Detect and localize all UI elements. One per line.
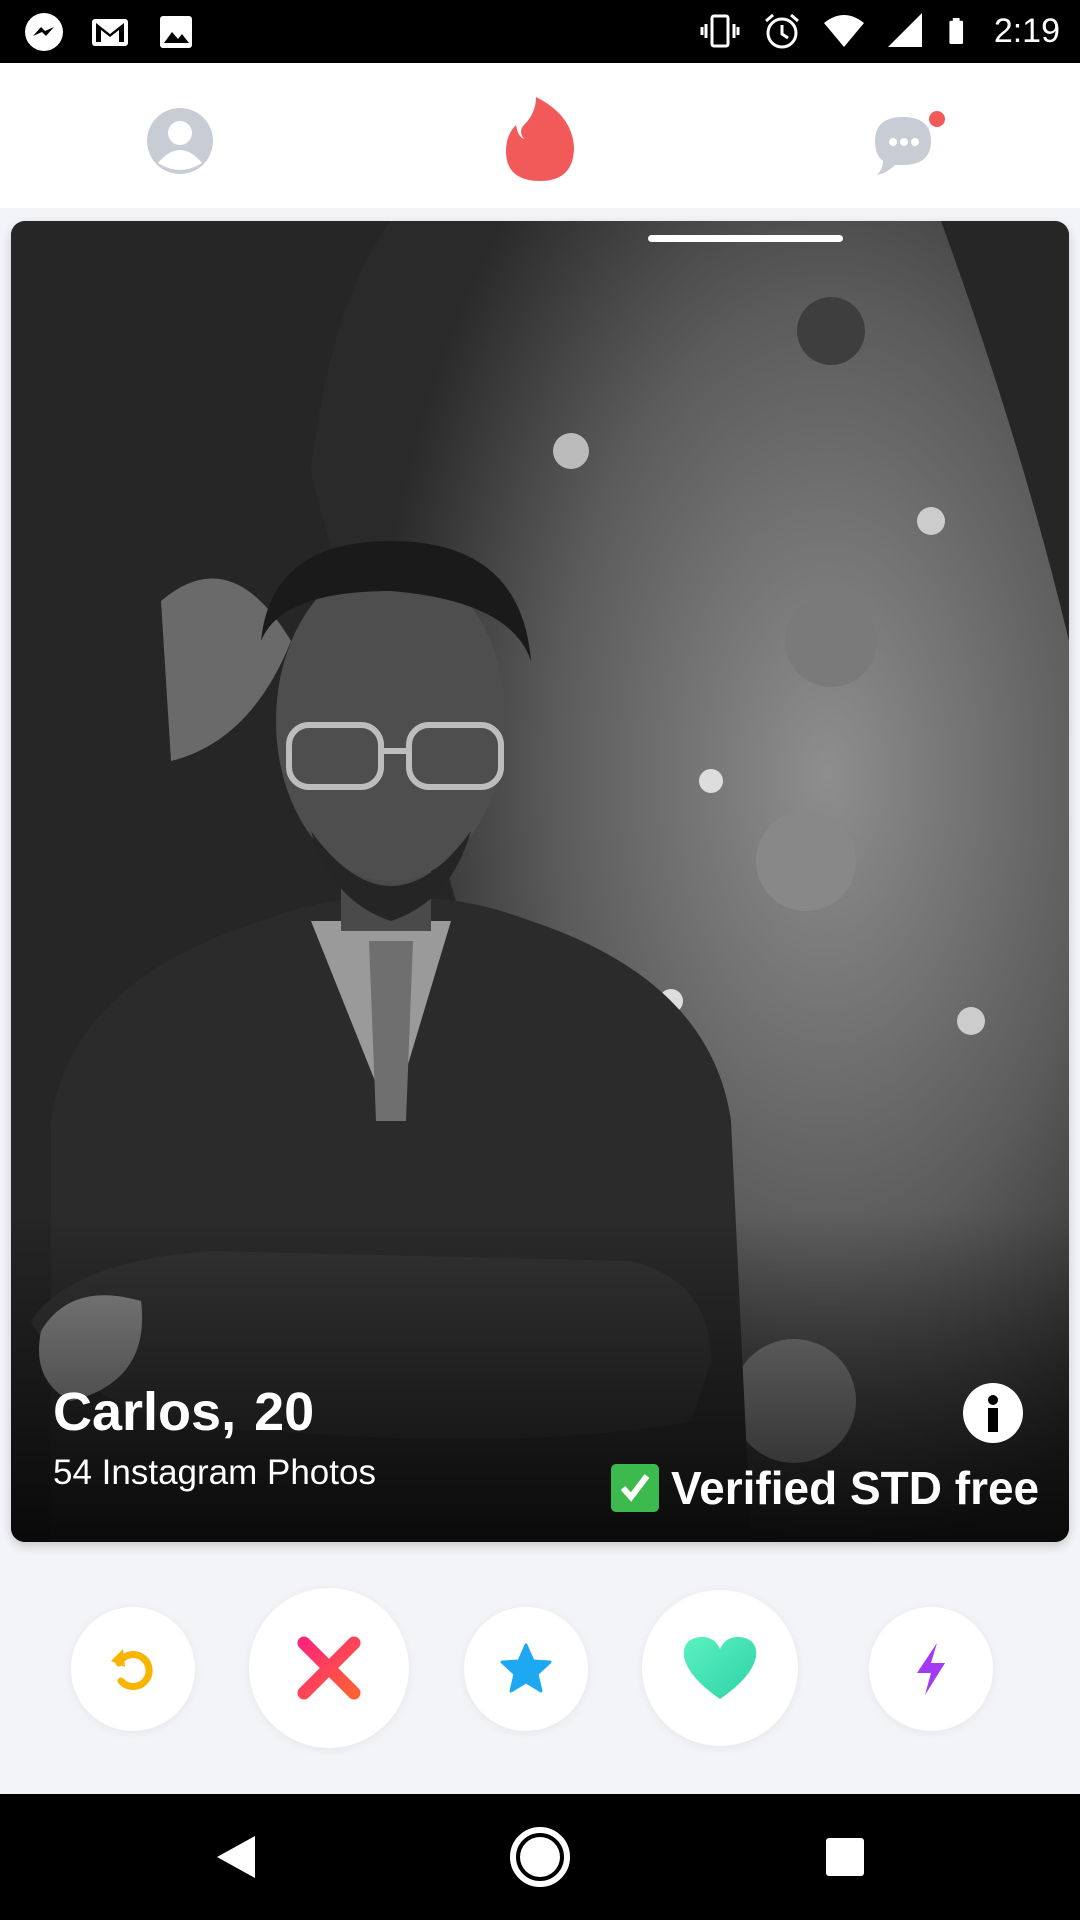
- like-button[interactable]: [642, 1590, 798, 1746]
- vibrate-icon: [700, 14, 740, 48]
- recents-button[interactable]: [812, 1824, 878, 1890]
- info-button[interactable]: [963, 1383, 1023, 1443]
- name-row: Carlos, 20: [53, 1381, 314, 1443]
- verified-caption: Verified STD free: [611, 1461, 1039, 1515]
- profile-card[interactable]: Carlos, 20 54 Instagram Photos Verified …: [11, 221, 1069, 1542]
- close-icon: [297, 1636, 361, 1700]
- lightning-icon: [917, 1643, 945, 1695]
- system-icons: 2:19: [698, 8, 1060, 54]
- super-like-button[interactable]: [464, 1607, 588, 1731]
- alarm-icon: [764, 13, 799, 49]
- status-bar: 2:19: [0, 0, 1080, 63]
- rewind-button[interactable]: [71, 1607, 195, 1731]
- gmail-icon: [92, 19, 128, 46]
- verified-text: Verified STD free: [671, 1462, 1040, 1514]
- wifi-icon: [823, 15, 864, 47]
- profile-name: Carlos,: [53, 1382, 237, 1442]
- star-icon: [500, 1643, 552, 1693]
- discover-button[interactable]: [495, 89, 585, 189]
- battery-icon: [949, 18, 963, 44]
- messenger-icon: [25, 13, 63, 51]
- check-mark-icon: [611, 1464, 659, 1512]
- image-icon: [160, 16, 192, 48]
- back-icon: [217, 1836, 255, 1878]
- profile-age: 20: [254, 1382, 315, 1442]
- top-app-bar: [0, 63, 1080, 208]
- system-nav-bar: [0, 1794, 1080, 1920]
- boost-button[interactable]: [869, 1607, 993, 1731]
- clock: 2:19: [993, 12, 1060, 50]
- home-icon: [510, 1827, 570, 1887]
- rewind-icon: [111, 1649, 153, 1691]
- info-icon: [988, 1395, 998, 1432]
- unread-dot: [929, 111, 945, 127]
- signal-icon: [887, 13, 922, 47]
- notification-icons: [22, 10, 198, 54]
- messages-button[interactable]: [860, 103, 960, 183]
- profile-subtitle: 54 Instagram Photos: [53, 1453, 376, 1492]
- profile-button[interactable]: [140, 101, 220, 181]
- profile-icon: [147, 108, 213, 174]
- home-button[interactable]: [507, 1824, 573, 1890]
- nope-button[interactable]: [249, 1588, 409, 1748]
- heart-icon: [683, 1636, 757, 1699]
- messages-icon: [875, 108, 948, 175]
- back-button[interactable]: [203, 1824, 269, 1890]
- recents-icon: [826, 1838, 864, 1876]
- flame-icon: [506, 97, 574, 181]
- photo-indicator: [648, 235, 843, 242]
